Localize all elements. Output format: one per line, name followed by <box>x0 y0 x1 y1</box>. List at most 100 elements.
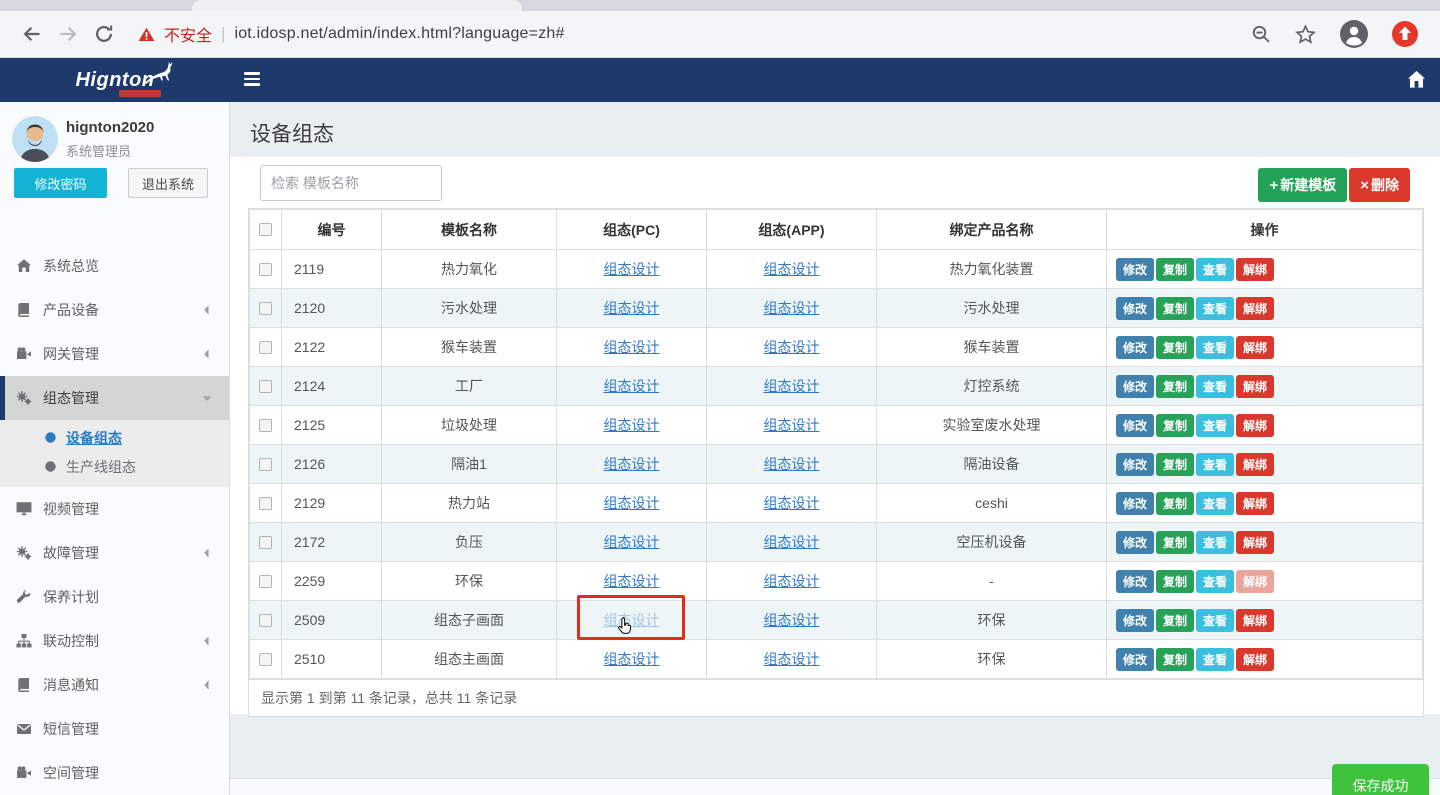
view-button[interactable]: 查看 <box>1196 570 1234 593</box>
edit-button[interactable]: 修改 <box>1116 375 1154 398</box>
row-checkbox[interactable] <box>259 575 272 588</box>
pc-config-link[interactable]: 组态设计 <box>604 417 660 433</box>
update-arrow-icon[interactable] <box>1392 21 1418 47</box>
browser-forward-button[interactable] <box>50 16 86 52</box>
view-button[interactable]: 查看 <box>1196 414 1234 437</box>
pc-config-link[interactable]: 组态设计 <box>604 534 660 550</box>
browser-reload-button[interactable] <box>86 16 122 52</box>
sidebar-item-config[interactable]: 组态管理 <box>0 376 229 420</box>
edit-button[interactable]: 修改 <box>1116 570 1154 593</box>
address-bar[interactable]: 不安全 | iot.idosp.net/admin/index.html?lan… <box>138 22 565 46</box>
view-button[interactable]: 查看 <box>1196 609 1234 632</box>
copy-button[interactable]: 复制 <box>1156 453 1194 476</box>
edit-button[interactable]: 修改 <box>1116 531 1154 554</box>
copy-button[interactable]: 复制 <box>1156 531 1194 554</box>
copy-button[interactable]: 复制 <box>1156 609 1194 632</box>
delete-button[interactable]: ×删除 <box>1349 168 1410 202</box>
unbind-button[interactable]: 解绑 <box>1236 375 1274 398</box>
view-button[interactable]: 查看 <box>1196 648 1234 671</box>
copy-button[interactable]: 复制 <box>1156 375 1194 398</box>
unbind-button[interactable]: 解绑 <box>1236 414 1274 437</box>
new-template-button[interactable]: +新建模板 <box>1258 168 1347 202</box>
row-checkbox[interactable] <box>259 497 272 510</box>
unbind-button[interactable]: 解绑 <box>1236 609 1274 632</box>
edit-button[interactable]: 修改 <box>1116 648 1154 671</box>
sidebar-item-maintenance[interactable]: 保养计划 <box>0 575 229 619</box>
sidebar-item-gateway[interactable]: 网关管理 <box>0 332 229 376</box>
profile-avatar-icon[interactable] <box>1340 20 1368 48</box>
row-checkbox[interactable] <box>259 614 272 627</box>
app-config-link[interactable]: 组态设计 <box>764 534 820 550</box>
pc-config-link[interactable]: 组态设计 <box>604 573 660 589</box>
sidebar-item-linkage[interactable]: 联动控制 <box>0 619 229 663</box>
sidebar-item-message[interactable]: 消息通知 <box>0 663 229 707</box>
user-avatar[interactable] <box>12 116 58 162</box>
app-config-link[interactable]: 组态设计 <box>764 612 820 628</box>
browser-tab[interactable] <box>192 0 522 11</box>
row-checkbox[interactable] <box>259 653 272 666</box>
app-config-link[interactable]: 组态设计 <box>764 573 820 589</box>
bookmark-star-icon[interactable] <box>1295 24 1316 45</box>
app-config-link[interactable]: 组态设计 <box>764 456 820 472</box>
sidebar-item-video-mgmt[interactable]: 视频管理 <box>0 487 229 531</box>
app-config-link[interactable]: 组态设计 <box>764 300 820 316</box>
url-text[interactable]: iot.idosp.net/admin/index.html?language=… <box>234 25 564 43</box>
view-button[interactable]: 查看 <box>1196 375 1234 398</box>
view-button[interactable]: 查看 <box>1196 531 1234 554</box>
pc-config-link[interactable]: 组态设计 <box>604 378 660 394</box>
sidebar-item-product[interactable]: 产品设备 <box>0 288 229 332</box>
app-config-link[interactable]: 组态设计 <box>764 339 820 355</box>
unbind-button[interactable]: 解绑 <box>1236 570 1274 593</box>
edit-button[interactable]: 修改 <box>1116 609 1154 632</box>
copy-button[interactable]: 复制 <box>1156 258 1194 281</box>
unbind-button[interactable]: 解绑 <box>1236 492 1274 515</box>
sidebar-item-overview[interactable]: 系统总览 <box>0 244 229 288</box>
pc-config-link[interactable]: 组态设计 <box>604 300 660 316</box>
sidebar-item-fault[interactable]: 故障管理 <box>0 531 229 575</box>
logout-button[interactable]: 退出系统 <box>128 168 208 198</box>
app-config-link[interactable]: 组态设计 <box>764 651 820 667</box>
view-button[interactable]: 查看 <box>1196 492 1234 515</box>
search-input[interactable] <box>260 165 442 201</box>
row-checkbox[interactable] <box>259 536 272 549</box>
unbind-button[interactable]: 解绑 <box>1236 648 1274 671</box>
unbind-button[interactable]: 解绑 <box>1236 297 1274 320</box>
copy-button[interactable]: 复制 <box>1156 414 1194 437</box>
edit-button[interactable]: 修改 <box>1116 336 1154 359</box>
sidebar-item-sms[interactable]: 短信管理 <box>0 707 229 751</box>
app-config-link[interactable]: 组态设计 <box>764 417 820 433</box>
sidebar-item-space[interactable]: 空间管理 <box>0 751 229 795</box>
row-checkbox[interactable] <box>259 302 272 315</box>
row-checkbox[interactable] <box>259 263 272 276</box>
pc-config-link[interactable]: 组态设计 <box>604 495 660 511</box>
edit-button[interactable]: 修改 <box>1116 258 1154 281</box>
logo[interactable]: Hignton <box>0 58 230 102</box>
pc-config-link[interactable]: 组态设计 <box>604 651 660 667</box>
copy-button[interactable]: 复制 <box>1156 648 1194 671</box>
row-checkbox[interactable] <box>259 341 272 354</box>
hamburger-menu-icon[interactable] <box>244 72 260 86</box>
view-button[interactable]: 查看 <box>1196 297 1234 320</box>
copy-button[interactable]: 复制 <box>1156 297 1194 320</box>
unbind-button[interactable]: 解绑 <box>1236 453 1274 476</box>
copy-button[interactable]: 复制 <box>1156 336 1194 359</box>
pc-config-link[interactable]: 组态设计 <box>604 339 660 355</box>
change-password-button[interactable]: 修改密码 <box>14 168 107 198</box>
copy-button[interactable]: 复制 <box>1156 570 1194 593</box>
zoom-out-icon[interactable] <box>1251 24 1271 44</box>
app-config-link[interactable]: 组态设计 <box>764 378 820 394</box>
select-all-checkbox[interactable] <box>259 223 272 236</box>
view-button[interactable]: 查看 <box>1196 258 1234 281</box>
pc-config-link[interactable]: 组态设计 <box>604 456 660 472</box>
pc-config-link[interactable]: 组态设计 <box>604 261 660 277</box>
edit-button[interactable]: 修改 <box>1116 492 1154 515</box>
edit-button[interactable]: 修改 <box>1116 414 1154 437</box>
unbind-button[interactable]: 解绑 <box>1236 531 1274 554</box>
copy-button[interactable]: 复制 <box>1156 492 1194 515</box>
browser-back-button[interactable] <box>14 16 50 52</box>
home-icon[interactable] <box>1407 70 1426 89</box>
sidebar-subitem-device-config[interactable]: 设备组态 <box>0 423 229 452</box>
sidebar-subitem-line-config[interactable]: 生产线组态 <box>0 452 229 481</box>
unbind-button[interactable]: 解绑 <box>1236 258 1274 281</box>
app-config-link[interactable]: 组态设计 <box>764 495 820 511</box>
